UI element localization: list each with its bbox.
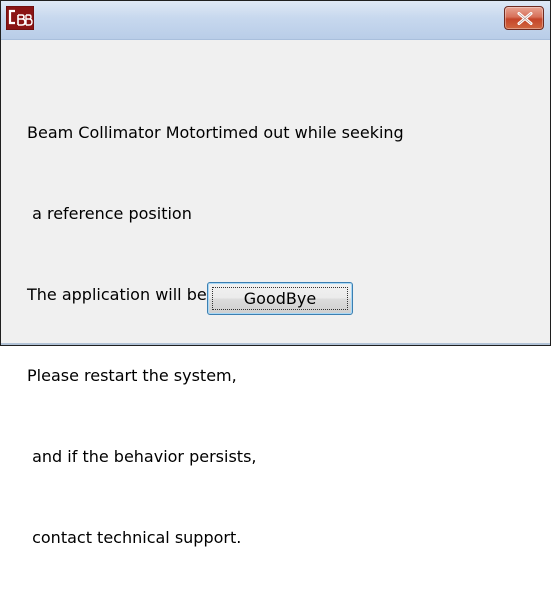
close-button[interactable]	[504, 6, 544, 30]
message-line: Beam Collimator Motortimed out while see…	[27, 123, 404, 142]
goodbye-button[interactable]: GoodBye	[207, 282, 353, 315]
title-bar[interactable]	[1, 1, 550, 40]
dialog-body: Beam Collimator Motortimed out while see…	[1, 40, 550, 547]
application-icon	[6, 6, 34, 30]
message-line: and if the behavior persists,	[27, 447, 257, 466]
message-line: a reference position	[27, 204, 192, 223]
close-icon	[517, 12, 533, 25]
error-dialog: Beam Collimator Motortimed out while see…	[0, 0, 551, 547]
window-bottom-border	[1, 343, 550, 345]
error-message: Beam Collimator Motortimed out while see…	[27, 65, 542, 605]
button-label: GoodBye	[212, 287, 348, 310]
message-line: contact technical support.	[27, 528, 242, 547]
message-line: Please restart the system,	[27, 366, 237, 385]
